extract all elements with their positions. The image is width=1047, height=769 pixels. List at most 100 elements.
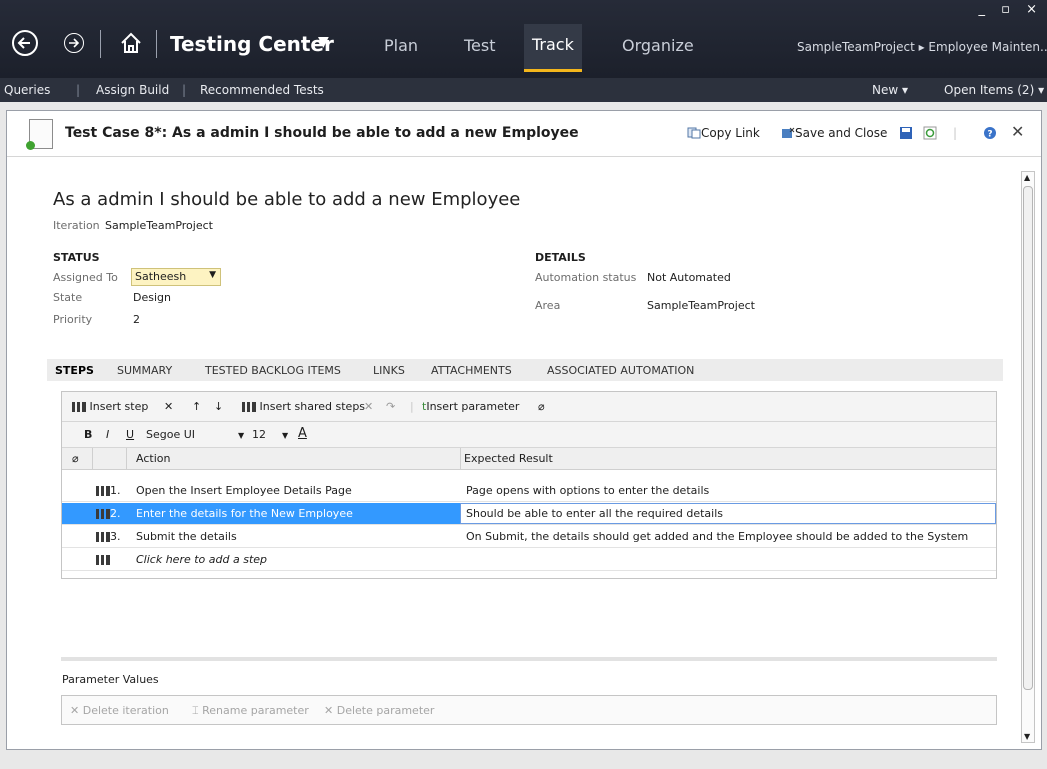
action-column-header[interactable]: Action — [136, 452, 170, 465]
step-expected-result[interactable]: On Submit, the details should get added … — [466, 530, 968, 543]
save-button[interactable] — [899, 126, 913, 143]
recommended-tests-link[interactable]: Recommended Tests — [200, 83, 324, 97]
italic-button[interactable]: I — [106, 428, 109, 441]
tab-steps[interactable]: STEPS — [55, 364, 94, 377]
bold-button[interactable]: B — [84, 428, 92, 441]
tab-associated-automation[interactable]: ASSOCIATED AUTOMATION — [547, 364, 694, 377]
tab-organize[interactable]: Organize — [622, 36, 694, 55]
font-size-select[interactable]: 12 — [252, 428, 266, 441]
new-menu[interactable]: New ▾ — [872, 83, 908, 97]
copy-link-button[interactable]: Copy Link — [687, 126, 760, 140]
help-button[interactable]: ? — [983, 126, 997, 143]
header-separator: | — [953, 126, 958, 140]
insert-shared-steps-button[interactable]: Insert shared steps — [242, 400, 365, 413]
insert-step-button[interactable]: Insert step — [72, 400, 148, 413]
iteration-value[interactable]: SampleTeamProject — [105, 219, 213, 232]
step-number: 2. — [96, 507, 121, 520]
step-row-selected[interactable]: 2. Enter the details for the New Employe… — [62, 503, 996, 525]
refresh-button[interactable] — [923, 126, 937, 143]
insert-parameter-button[interactable]: tInsert parameter — [422, 400, 519, 413]
step-action[interactable]: Submit the details — [136, 530, 237, 543]
save-and-close-button[interactable]: Save and Close — [781, 126, 887, 140]
window-controls[interactable]: _ ▫ × — [979, 2, 1043, 17]
tab-tested-backlog-items[interactable]: TESTED BACKLOG ITEMS — [205, 364, 341, 377]
font-size-dropdown-icon[interactable]: ▼ — [282, 431, 288, 440]
test-case-icon — [26, 119, 53, 150]
work-item-title[interactable]: As a admin I should be able to add a new… — [53, 189, 520, 210]
delete-parameter-button[interactable]: ✕ Delete parameter — [324, 704, 434, 717]
step-expected-result[interactable]: Should be able to enter all the required… — [466, 507, 723, 520]
assign-build-link[interactable]: Assign Build — [96, 83, 169, 97]
close-icon[interactable]: ✕ — [1011, 122, 1024, 141]
state-value[interactable]: Design — [133, 291, 171, 304]
tab-links[interactable]: LINKS — [373, 364, 405, 377]
area-label: Area — [535, 299, 561, 312]
delete-parameter-label: Delete parameter — [336, 704, 435, 717]
scrollbar-thumb[interactable] — [1023, 186, 1033, 690]
delete-iteration-icon: ✕ — [70, 704, 80, 717]
tab-attachments[interactable]: ATTACHMENTS — [431, 364, 512, 377]
step-action[interactable]: Open the Insert Employee Details Page — [136, 484, 352, 497]
scroll-down-icon[interactable]: ▼ — [1024, 732, 1030, 741]
step-expected-result[interactable]: Page opens with options to enter the det… — [466, 484, 709, 497]
priority-label: Priority — [53, 313, 93, 326]
details-heading: DETAILS — [535, 251, 586, 264]
step-number: 3. — [96, 530, 121, 543]
breadcrumb[interactable]: SampleTeamProject ▸ Employee Mainten... — [797, 40, 1047, 54]
add-step-row[interactable]: Click here to add a step — [62, 549, 996, 571]
home-icon — [121, 32, 141, 53]
rename-parameter-icon: ⌶ — [192, 704, 199, 717]
tab-test[interactable]: Test — [464, 36, 496, 55]
tab-summary[interactable]: SUMMARY — [117, 364, 172, 377]
tab-plan[interactable]: Plan — [384, 36, 418, 55]
panel-title: Test Case 8*: As a admin I should be abl… — [65, 125, 579, 141]
iteration-label: Iteration — [53, 219, 100, 232]
step-icon — [96, 509, 110, 519]
delete-step-icon[interactable]: ✕ — [164, 400, 173, 413]
scroll-up-icon[interactable]: ▲ — [1024, 173, 1030, 182]
assigned-to-value: Satheesh — [135, 270, 187, 283]
selected-action-cell[interactable]: 2. Enter the details for the New Employe… — [62, 503, 460, 524]
add-step-placeholder[interactable]: Click here to add a step — [136, 553, 267, 566]
add-step-icon — [96, 553, 110, 566]
column-separator — [126, 448, 127, 470]
selected-expected-cell[interactable]: Should be able to enter all the required… — [460, 503, 996, 524]
tab-track[interactable]: Track — [524, 24, 582, 72]
attach-icon[interactable]: ⌀ — [538, 400, 545, 413]
step-row[interactable]: 3. Submit the details On Submit, the det… — [62, 526, 996, 548]
font-name-dropdown-icon[interactable]: ▼ — [238, 431, 244, 440]
step-row[interactable]: 1. Open the Insert Employee Details Page… — [62, 480, 996, 502]
splitter[interactable] — [61, 657, 997, 661]
rename-parameter-button[interactable]: ⌶ Rename parameter — [192, 704, 309, 718]
step-icon — [96, 532, 110, 542]
vertical-scrollbar[interactable]: ▲ ▼ — [1021, 171, 1035, 743]
underline-button[interactable]: U — [126, 428, 134, 441]
insert-step-label: Insert step — [89, 400, 149, 413]
forward-icon — [69, 38, 80, 48]
font-name-select[interactable]: Segoe UI — [146, 428, 195, 441]
step-action[interactable]: Enter the details for the New Employee — [136, 507, 353, 520]
home-button[interactable] — [118, 30, 144, 56]
priority-value[interactable]: 2 — [133, 313, 140, 326]
column-separator — [92, 448, 93, 470]
open-items-menu[interactable]: Open Items (2) ▾ — [944, 83, 1044, 97]
back-button[interactable] — [12, 30, 38, 56]
expected-result-column-header[interactable]: Expected Result — [464, 452, 553, 465]
delete-iteration-button[interactable]: ✕ Delete iteration — [70, 704, 169, 717]
queries-link[interactable]: Queries — [4, 83, 50, 97]
assigned-to-dropdown[interactable]: Satheesh ▼ — [131, 268, 221, 286]
rename-parameter-label: Rename parameter — [202, 704, 309, 717]
shared-step-action-icon[interactable]: ✕ — [364, 400, 373, 413]
redo-icon[interactable]: ↷ — [386, 400, 395, 413]
step-icon — [96, 555, 110, 565]
area-value[interactable]: SampleTeamProject — [647, 299, 755, 312]
move-down-icon[interactable]: ↓ — [214, 400, 223, 413]
copy-link-label: Copy Link — [701, 126, 760, 140]
step-icon — [96, 486, 110, 496]
move-up-icon[interactable]: ↑ — [192, 400, 201, 413]
app-menu-caret-icon[interactable]: ▼ — [318, 34, 329, 50]
forward-button[interactable] — [64, 33, 84, 53]
nav-separator — [156, 30, 157, 58]
font-color-button[interactable]: A — [298, 426, 307, 441]
shared-steps-icon — [242, 402, 256, 412]
